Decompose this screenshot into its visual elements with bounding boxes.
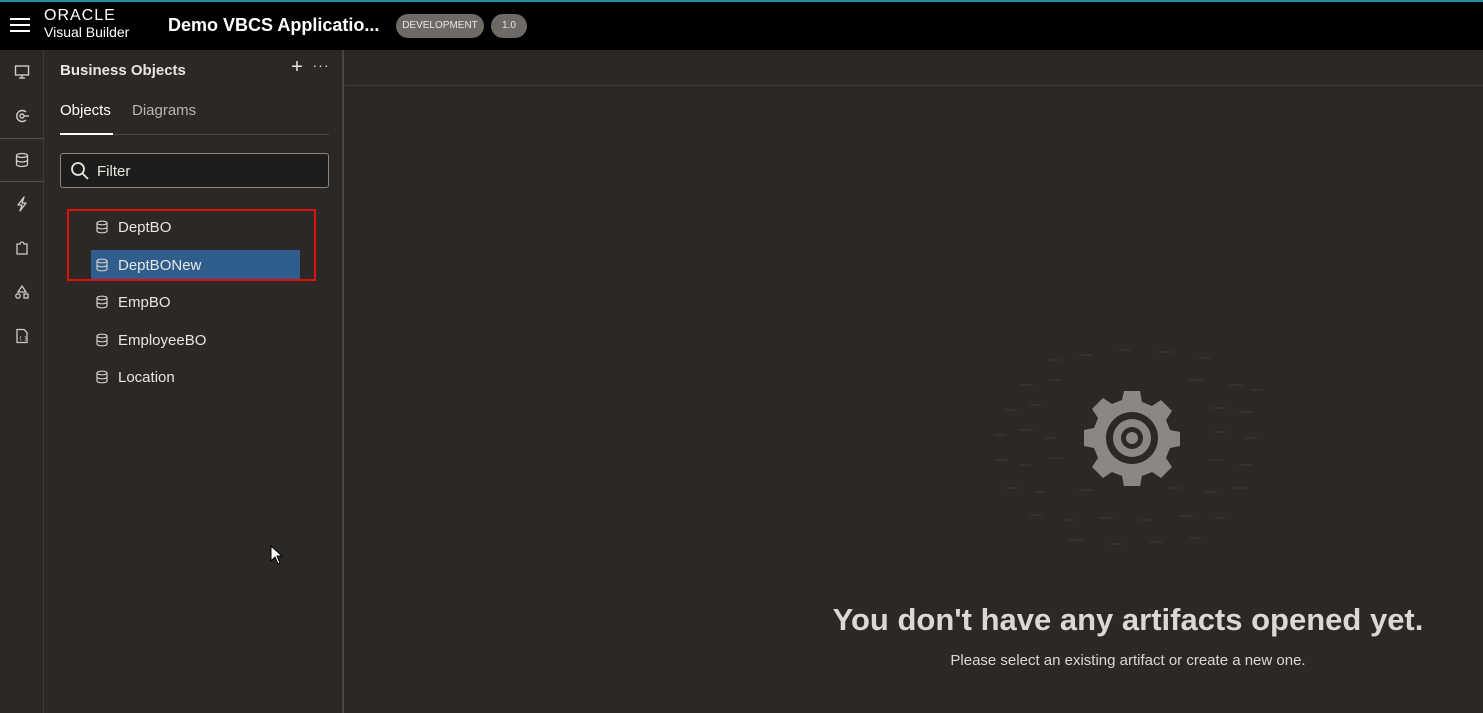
rail-service-connections[interactable] [0, 94, 43, 138]
list-item-empbo[interactable]: EmpBO [91, 287, 300, 317]
business-object-icon [96, 333, 108, 347]
empty-state-subtitle: Please select an existing artifact or cr… [950, 652, 1306, 669]
list-item-label: Location [118, 369, 175, 386]
rail-web-apps[interactable] [0, 50, 43, 94]
search-icon [71, 162, 89, 180]
rail-business-objects[interactable] [0, 138, 43, 182]
top-bar: ORACLE Visual Builder Demo VBCS Applicat… [0, 0, 1483, 50]
add-icon[interactable]: + [288, 57, 306, 77]
rail-events[interactable] [0, 182, 43, 226]
business-objects-icon [15, 152, 28, 168]
panel-title: Business Objects [60, 62, 186, 79]
svg-text:{ }: { } [19, 336, 27, 342]
business-objects-panel: Business Objects + ··· Objects Diagrams … [44, 50, 344, 713]
events-icon [16, 196, 27, 212]
empty-state-title: You don't have any artifacts opened yet. [832, 602, 1424, 637]
more-options-icon[interactable]: ··· [312, 58, 330, 76]
rail-source[interactable]: { } [0, 314, 43, 358]
filter-placeholder: Filter [97, 163, 131, 180]
rail-layouts[interactable] [0, 270, 43, 314]
editor-area: You don't have any artifacts opened yet.… [345, 50, 1483, 713]
business-object-icon [96, 370, 108, 384]
list-item-label: EmployeeBO [118, 332, 207, 349]
mouse-pointer-icon [270, 545, 284, 565]
filter-input[interactable]: Filter [60, 153, 329, 188]
panel-tabs: Objects Diagrams [60, 102, 329, 135]
business-object-icon [96, 295, 108, 309]
list-item-label: EmpBO [118, 294, 171, 311]
editor-tab-strip [345, 50, 1483, 86]
source-icon: { } [15, 328, 28, 344]
environment-badge[interactable]: DEVELOPMENT [396, 14, 484, 38]
version-badge[interactable]: 1.0 [491, 14, 527, 38]
brand-top: ORACLE [44, 7, 116, 24]
components-icon [15, 241, 28, 255]
service-connections-icon [15, 109, 29, 123]
tab-diagrams[interactable]: Diagrams [132, 102, 202, 135]
hamburger-menu-icon[interactable] [10, 18, 30, 34]
layouts-icon [14, 284, 29, 299]
empty-state-gear-illustration [994, 349, 1263, 545]
brand-bottom: Visual Builder [44, 24, 130, 40]
annotation-highlight-box [67, 209, 316, 281]
oracle-logo: ORACLE Visual Builder [44, 7, 130, 41]
desktop-icon [14, 65, 29, 79]
list-item-location[interactable]: Location [91, 362, 300, 392]
rail-components[interactable] [0, 226, 43, 270]
list-item-employeebo[interactable]: EmployeeBO [91, 325, 300, 355]
navigator-rail: { } [0, 50, 44, 713]
tab-objects[interactable]: Objects [60, 102, 113, 135]
app-title[interactable]: Demo VBCS Applicatio... [168, 15, 379, 36]
